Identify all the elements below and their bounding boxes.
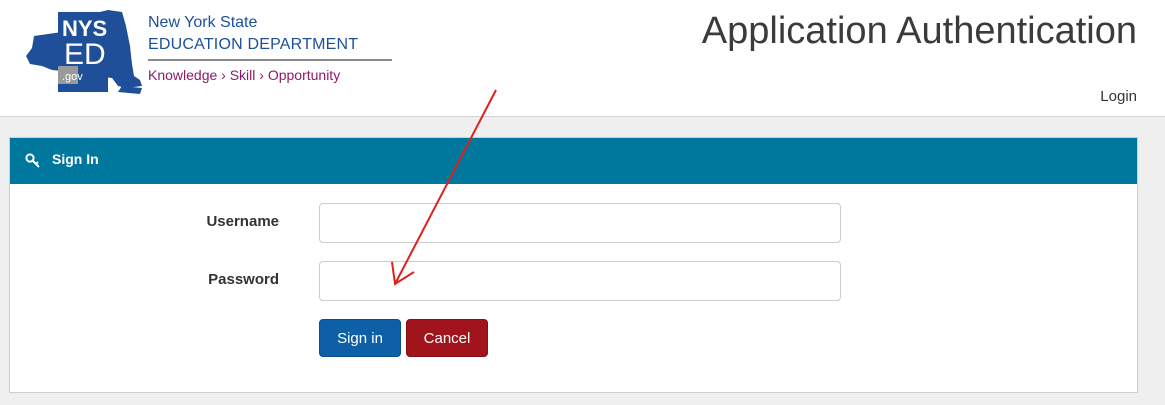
nysed-logo[interactable]: NYS ED .gov New York State EDUCATION DEP…	[22, 6, 402, 98]
password-input[interactable]	[319, 261, 841, 301]
key-icon	[25, 152, 41, 168]
username-row: Username	[10, 203, 1137, 243]
panel-heading: Sign In	[10, 138, 1137, 184]
svg-text:ED: ED	[64, 38, 106, 71]
sign-in-button[interactable]: Sign in	[319, 319, 401, 357]
username-label: Username	[206, 213, 279, 230]
agency-line-1: New York State	[148, 14, 258, 31]
page-title: Application Authentication	[701, 10, 1137, 52]
panel-title: Sign In	[52, 151, 99, 167]
form-actions: Sign in Cancel	[10, 319, 1137, 359]
nys-map-logo-icon: NYS ED .gov	[22, 6, 144, 98]
agency-tagline: Knowledge › Skill › Opportunity	[148, 67, 341, 83]
svg-text:.gov: .gov	[62, 71, 83, 83]
agency-divider	[148, 59, 392, 61]
sign-in-panel: Sign In Username Password Sign in Cancel	[9, 137, 1138, 393]
page-subtitle: Login	[1100, 88, 1137, 105]
agency-line-2: EDUCATION DEPARTMENT	[148, 36, 359, 53]
username-input[interactable]	[319, 203, 841, 243]
page-header: NYS ED .gov New York State EDUCATION DEP…	[0, 0, 1165, 116]
password-row: Password	[10, 261, 1137, 301]
cancel-button[interactable]: Cancel	[406, 319, 488, 357]
password-label: Password	[208, 271, 279, 288]
agency-name: New York State EDUCATION DEPARTMENT Know…	[148, 12, 392, 85]
